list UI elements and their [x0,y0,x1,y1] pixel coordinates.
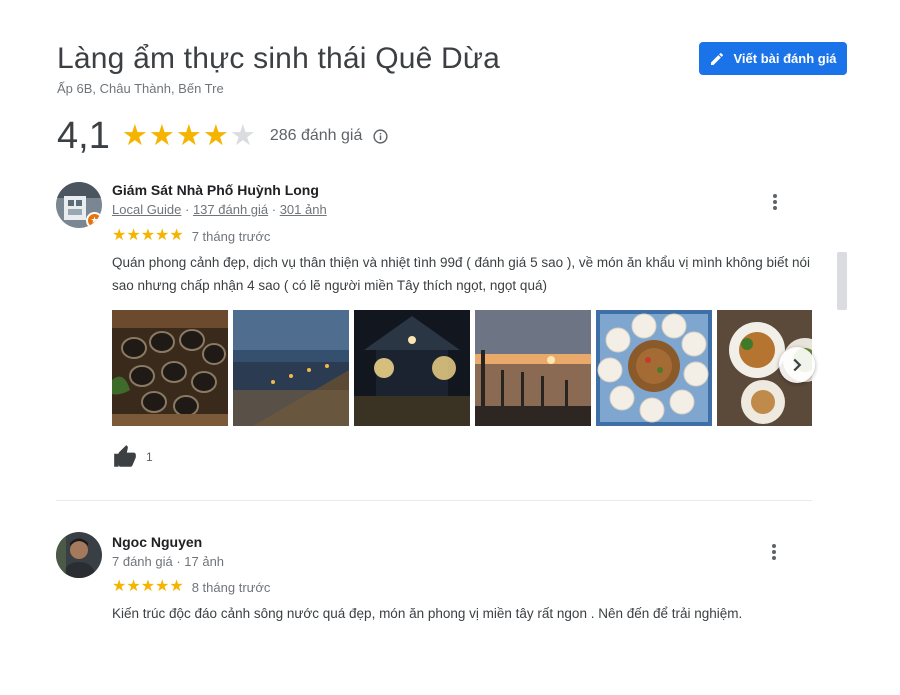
review-photos [112,310,812,426]
write-review-label: Viết bài đánh giá [733,51,837,66]
star-filled-icon: ★ [202,119,229,152]
star-filled-icon: ★ [121,119,148,152]
write-review-button[interactable]: Viết bài đánh giá [699,42,847,75]
thumbs-up-icon [114,445,136,467]
avatar[interactable] [56,532,102,578]
review-photo-sunset-river[interactable] [475,310,591,426]
review-photo-night-hall[interactable] [354,310,470,426]
local-guide-link[interactable]: Local Guide [112,202,181,217]
review-rating: ★★★★★ 8 tháng trước [112,578,270,596]
star-empty-icon: ★ [229,119,256,152]
star-filled-icon: ★ [155,578,170,595]
star-filled-icon: ★ [126,578,141,595]
star-filled-icon: ★ [112,578,127,595]
star-filled-icon: ★ [126,227,141,244]
rating-summary: 4,1 ★ ★ ★ ★ ★ 286 đánh giá [57,114,389,158]
review-text: Kiến trúc độc đáo cảnh sông nước quá đẹp… [112,606,743,621]
like-count: 1 [146,450,153,464]
review-stars: ★★★★★ [112,578,184,596]
review-divider [56,500,812,501]
star-filled-icon: ★ [140,227,156,244]
star-filled-icon: ★ [112,227,127,244]
reviewer-name[interactable]: Giám Sát Nhà Phố Huỳnh Long [112,182,319,198]
review-rating: ★★★★★ 7 tháng trước [112,227,270,245]
next-photos-button[interactable] [779,347,815,383]
more-vert-icon[interactable] [764,542,784,562]
scrollbar-thumb[interactable] [837,252,847,310]
average-rating: 4,1 [57,114,110,157]
star-filled-icon: ★ [169,227,184,244]
like-button[interactable]: 1 [112,444,153,470]
info-icon[interactable] [372,128,389,145]
star-filled-icon: ★ [140,578,156,595]
review-photo-snails[interactable] [112,310,228,426]
place-title: Làng ẩm thực sinh thái Quê Dừa [57,42,501,75]
reviewer-name[interactable]: Ngoc Nguyen [112,534,202,550]
review-text: Quán phong cảnh đẹp, dịch vụ thân thiện … [112,255,810,293]
reviewer-meta[interactable]: 7 đánh giá · 17 ảnh [112,554,224,569]
total-review-count[interactable]: 286 đánh giá [270,127,363,145]
reviewer-photo-count[interactable]: 301 ảnh [280,202,327,217]
reviewer-meta: Local Guide · 137 đánh giá · 301 ảnh [112,202,327,217]
more-vert-icon[interactable] [765,192,785,212]
local-guide-badge-icon: ★ [86,212,102,228]
pencil-icon [711,52,724,65]
review-card: Ngoc Nguyen 7 đánh giá · 17 ảnh ★★★★★ 8 … [56,532,816,652]
avatar[interactable]: ★ [56,182,102,228]
place-address: Ấp 6B, Châu Thành, Bến Tre [57,81,224,96]
meta-separator: · [181,202,193,217]
review-stars: ★★★★★ [112,227,184,245]
reviewer-review-count[interactable]: 137 đánh giá [193,202,268,217]
review-card: ★ Giám Sát Nhà Phố Huỳnh Long Local Guid… [56,182,816,472]
rating-stars: ★ ★ ★ ★ ★ [121,119,256,152]
star-filled-icon: ★ [155,227,170,244]
chevron-right-icon [793,358,802,372]
star-filled-icon: ★ [175,119,202,152]
star-filled-icon: ★ [148,119,175,152]
meta-separator: · [268,202,280,217]
review-date: 8 tháng trước [191,579,271,595]
review-photo-dish[interactable] [596,310,712,426]
review-photo-dusk-path[interactable] [233,310,349,426]
star-filled-icon: ★ [169,578,184,595]
review-date: 7 tháng trước [191,228,271,244]
